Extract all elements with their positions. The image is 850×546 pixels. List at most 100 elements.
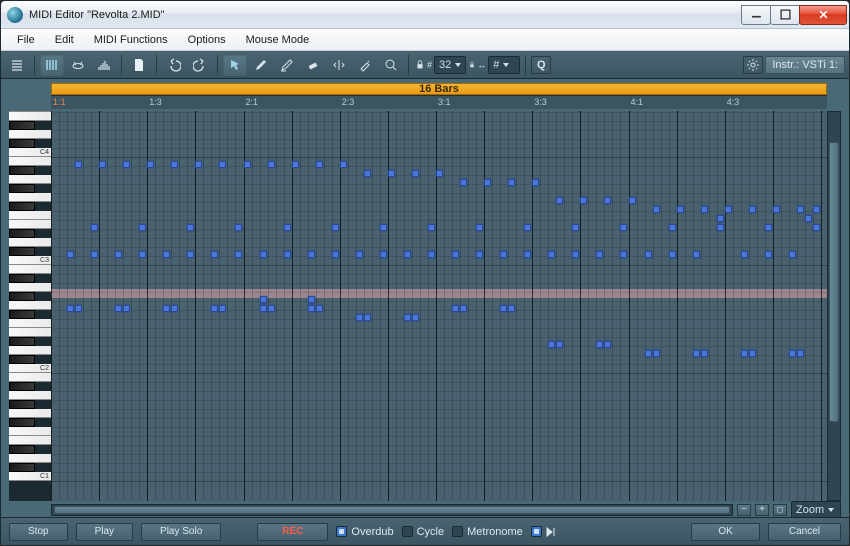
play-button[interactable]: Play bbox=[76, 523, 133, 541]
midi-note[interactable] bbox=[701, 350, 708, 357]
quantize-button[interactable]: Q bbox=[531, 56, 551, 74]
midi-note[interactable] bbox=[604, 197, 611, 204]
draw-tool[interactable] bbox=[275, 54, 299, 76]
zoom-fit-button[interactable]: ◻ bbox=[773, 504, 787, 516]
midi-note[interactable] bbox=[693, 251, 700, 258]
midi-note[interactable] bbox=[171, 305, 178, 312]
midi-note[interactable] bbox=[797, 350, 804, 357]
piano-keyboard[interactable]: C1C2C3C4 bbox=[9, 111, 51, 501]
instrument-selector[interactable]: Instr.: VSTi 1: bbox=[765, 56, 845, 74]
zoom-tool[interactable] bbox=[379, 54, 403, 76]
midi-note[interactable] bbox=[645, 251, 652, 258]
midi-note[interactable] bbox=[123, 161, 130, 168]
midi-note[interactable] bbox=[749, 350, 756, 357]
length-lock-icon[interactable]: ↔ bbox=[468, 54, 486, 76]
midi-note[interactable] bbox=[284, 251, 291, 258]
midi-note[interactable] bbox=[268, 305, 275, 312]
midi-note[interactable] bbox=[187, 224, 194, 231]
midi-note[interactable] bbox=[476, 251, 483, 258]
midi-note[interactable] bbox=[123, 305, 130, 312]
minimize-button[interactable] bbox=[741, 5, 771, 25]
midi-note[interactable] bbox=[556, 197, 563, 204]
record-button[interactable]: REC bbox=[257, 523, 328, 541]
list-view-button[interactable] bbox=[5, 54, 29, 76]
midi-note[interactable] bbox=[91, 224, 98, 231]
skip-checkbox[interactable] bbox=[531, 526, 558, 537]
time-ruler[interactable]: 1:11:32:12:33:13:34:14:3 bbox=[51, 95, 827, 109]
midi-note[interactable] bbox=[428, 251, 435, 258]
redo-button[interactable] bbox=[188, 54, 212, 76]
titlebar[interactable]: MIDI Editor "Revolta 2.MID" bbox=[1, 1, 849, 29]
midi-note[interactable] bbox=[476, 224, 483, 231]
menu-mouse-mode[interactable]: Mouse Mode bbox=[238, 32, 318, 48]
midi-note[interactable] bbox=[797, 206, 804, 213]
cancel-button[interactable]: Cancel bbox=[768, 523, 841, 541]
play-solo-button[interactable]: Play Solo bbox=[141, 523, 221, 541]
midi-note[interactable] bbox=[765, 251, 772, 258]
midi-note[interactable] bbox=[428, 224, 435, 231]
midi-note[interactable] bbox=[693, 350, 700, 357]
midi-note[interactable] bbox=[75, 305, 82, 312]
close-button[interactable] bbox=[799, 5, 847, 25]
midi-note[interactable] bbox=[115, 251, 122, 258]
midi-note[interactable] bbox=[268, 161, 275, 168]
cycle-checkbox[interactable]: Cycle bbox=[402, 526, 445, 538]
midi-note[interactable] bbox=[556, 341, 563, 348]
midi-note[interactable] bbox=[412, 170, 419, 177]
midi-note[interactable] bbox=[67, 305, 74, 312]
midi-note[interactable] bbox=[195, 161, 202, 168]
midi-note[interactable] bbox=[813, 224, 820, 231]
midi-note[interactable] bbox=[717, 224, 724, 231]
midi-note[interactable] bbox=[436, 170, 443, 177]
midi-note[interactable] bbox=[701, 206, 708, 213]
loop-range-bar[interactable]: 16 Bars bbox=[51, 83, 827, 95]
midi-note[interactable] bbox=[741, 251, 748, 258]
midi-note[interactable] bbox=[99, 161, 106, 168]
vertical-scrollbar[interactable] bbox=[827, 111, 841, 501]
midi-note[interactable] bbox=[789, 350, 796, 357]
midi-note[interactable] bbox=[219, 161, 226, 168]
midi-note[interactable] bbox=[404, 314, 411, 321]
metronome-checkbox[interactable]: Metronome bbox=[452, 526, 523, 538]
midi-note[interactable] bbox=[452, 251, 459, 258]
midi-note[interactable] bbox=[725, 206, 732, 213]
midi-note[interactable] bbox=[316, 161, 323, 168]
drum-editor-button[interactable] bbox=[66, 54, 90, 76]
midi-note[interactable] bbox=[500, 251, 507, 258]
midi-note[interactable] bbox=[572, 224, 579, 231]
midi-note[interactable] bbox=[67, 251, 74, 258]
midi-note[interactable] bbox=[364, 170, 371, 177]
midi-note[interactable] bbox=[653, 206, 660, 213]
midi-note[interactable] bbox=[332, 251, 339, 258]
midi-note[interactable] bbox=[620, 224, 627, 231]
midi-note[interactable] bbox=[572, 251, 579, 258]
midi-note[interactable] bbox=[308, 251, 315, 258]
midi-note[interactable] bbox=[380, 251, 387, 258]
menu-edit[interactable]: Edit bbox=[47, 32, 82, 48]
ok-button[interactable]: OK bbox=[691, 523, 759, 541]
midi-note[interactable] bbox=[532, 179, 539, 186]
note-grid[interactable] bbox=[51, 111, 827, 501]
midi-note[interactable] bbox=[163, 305, 170, 312]
eraser-tool[interactable] bbox=[301, 54, 325, 76]
midi-note[interactable] bbox=[596, 341, 603, 348]
midi-note[interactable] bbox=[235, 224, 242, 231]
midi-note[interactable] bbox=[669, 224, 676, 231]
maximize-button[interactable] bbox=[770, 5, 800, 25]
new-button[interactable] bbox=[127, 54, 151, 76]
midi-note[interactable] bbox=[452, 305, 459, 312]
zoom-in-button[interactable]: + bbox=[755, 504, 769, 516]
midi-note[interactable] bbox=[596, 251, 603, 258]
midi-note[interactable] bbox=[604, 341, 611, 348]
velocity-view-button[interactable] bbox=[92, 54, 116, 76]
midi-note[interactable] bbox=[524, 251, 531, 258]
midi-note[interactable] bbox=[629, 197, 636, 204]
settings-button[interactable] bbox=[743, 56, 763, 74]
snap-value-dropdown[interactable]: 32 bbox=[434, 56, 466, 74]
midi-note[interactable] bbox=[115, 305, 122, 312]
glue-tool[interactable] bbox=[353, 54, 377, 76]
midi-note[interactable] bbox=[773, 206, 780, 213]
midi-note[interactable] bbox=[508, 305, 515, 312]
midi-note[interactable] bbox=[380, 224, 387, 231]
pencil-tool[interactable] bbox=[249, 54, 273, 76]
